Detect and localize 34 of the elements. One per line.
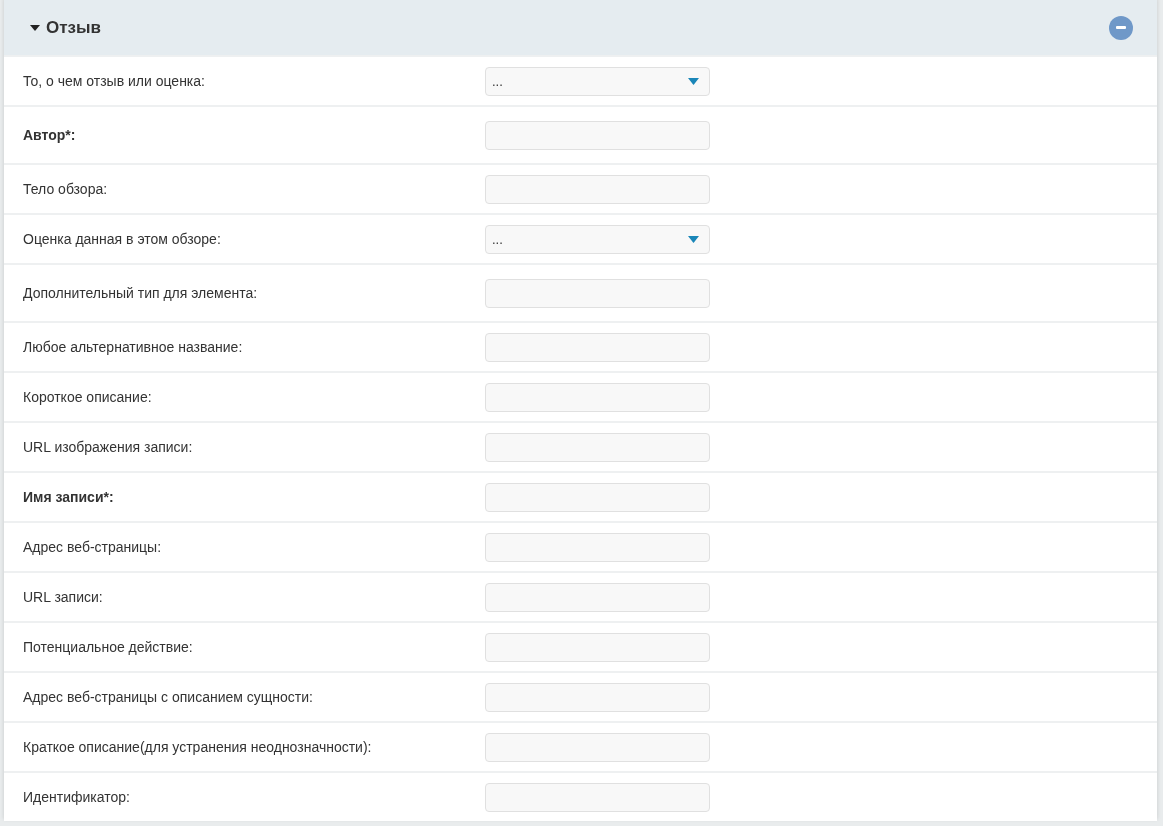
field-label: URL записи: <box>23 589 104 605</box>
field-label: Краткое описание(для устранения неоднозначности): <box>23 739 373 755</box>
panel-title[interactable]: Отзыв <box>30 17 101 38</box>
input-field[interactable] <box>485 682 710 712</box>
field-label: Имя записи*: <box>23 489 115 505</box>
input-field[interactable] <box>485 482 710 512</box>
input-field[interactable] <box>485 120 710 150</box>
input-field[interactable] <box>485 582 710 612</box>
caret-icon <box>688 235 699 243</box>
input-field[interactable] <box>485 432 710 462</box>
field-label: Потенциальное действие: <box>23 639 194 655</box>
input-field[interactable] <box>485 732 710 762</box>
select-field[interactable]: ... <box>485 224 710 254</box>
field-label: Оценка данная в этом обзоре: <box>23 231 222 247</box>
field-label: URL изображения записи: <box>23 439 194 455</box>
input-field[interactable] <box>485 278 710 308</box>
input-field[interactable] <box>485 532 710 562</box>
select-field[interactable]: ... <box>485 66 710 96</box>
field-label: Дополнительный тип для элемента: <box>23 285 259 301</box>
field-label: Автор*: <box>23 127 77 143</box>
field-label: Адрес веб-страницы с описанием сущности: <box>23 689 314 705</box>
input-field[interactable] <box>485 174 710 204</box>
field-label: Любое альтернативное название: <box>23 339 244 355</box>
field-label: Идентификатор: <box>23 789 131 805</box>
input-field[interactable] <box>485 782 710 812</box>
field-label: То, о чем отзыв или оценка: <box>23 73 206 89</box>
input-field[interactable] <box>485 382 710 412</box>
field-label: Адрес веб-страницы: <box>23 539 163 555</box>
input-field[interactable] <box>485 632 710 662</box>
field-label: Короткое описание: <box>23 389 153 405</box>
collapse-button[interactable] <box>1109 15 1133 40</box>
input-field[interactable] <box>485 332 710 362</box>
caret-icon <box>688 77 699 85</box>
field-label: Тело обзора: <box>23 181 109 197</box>
